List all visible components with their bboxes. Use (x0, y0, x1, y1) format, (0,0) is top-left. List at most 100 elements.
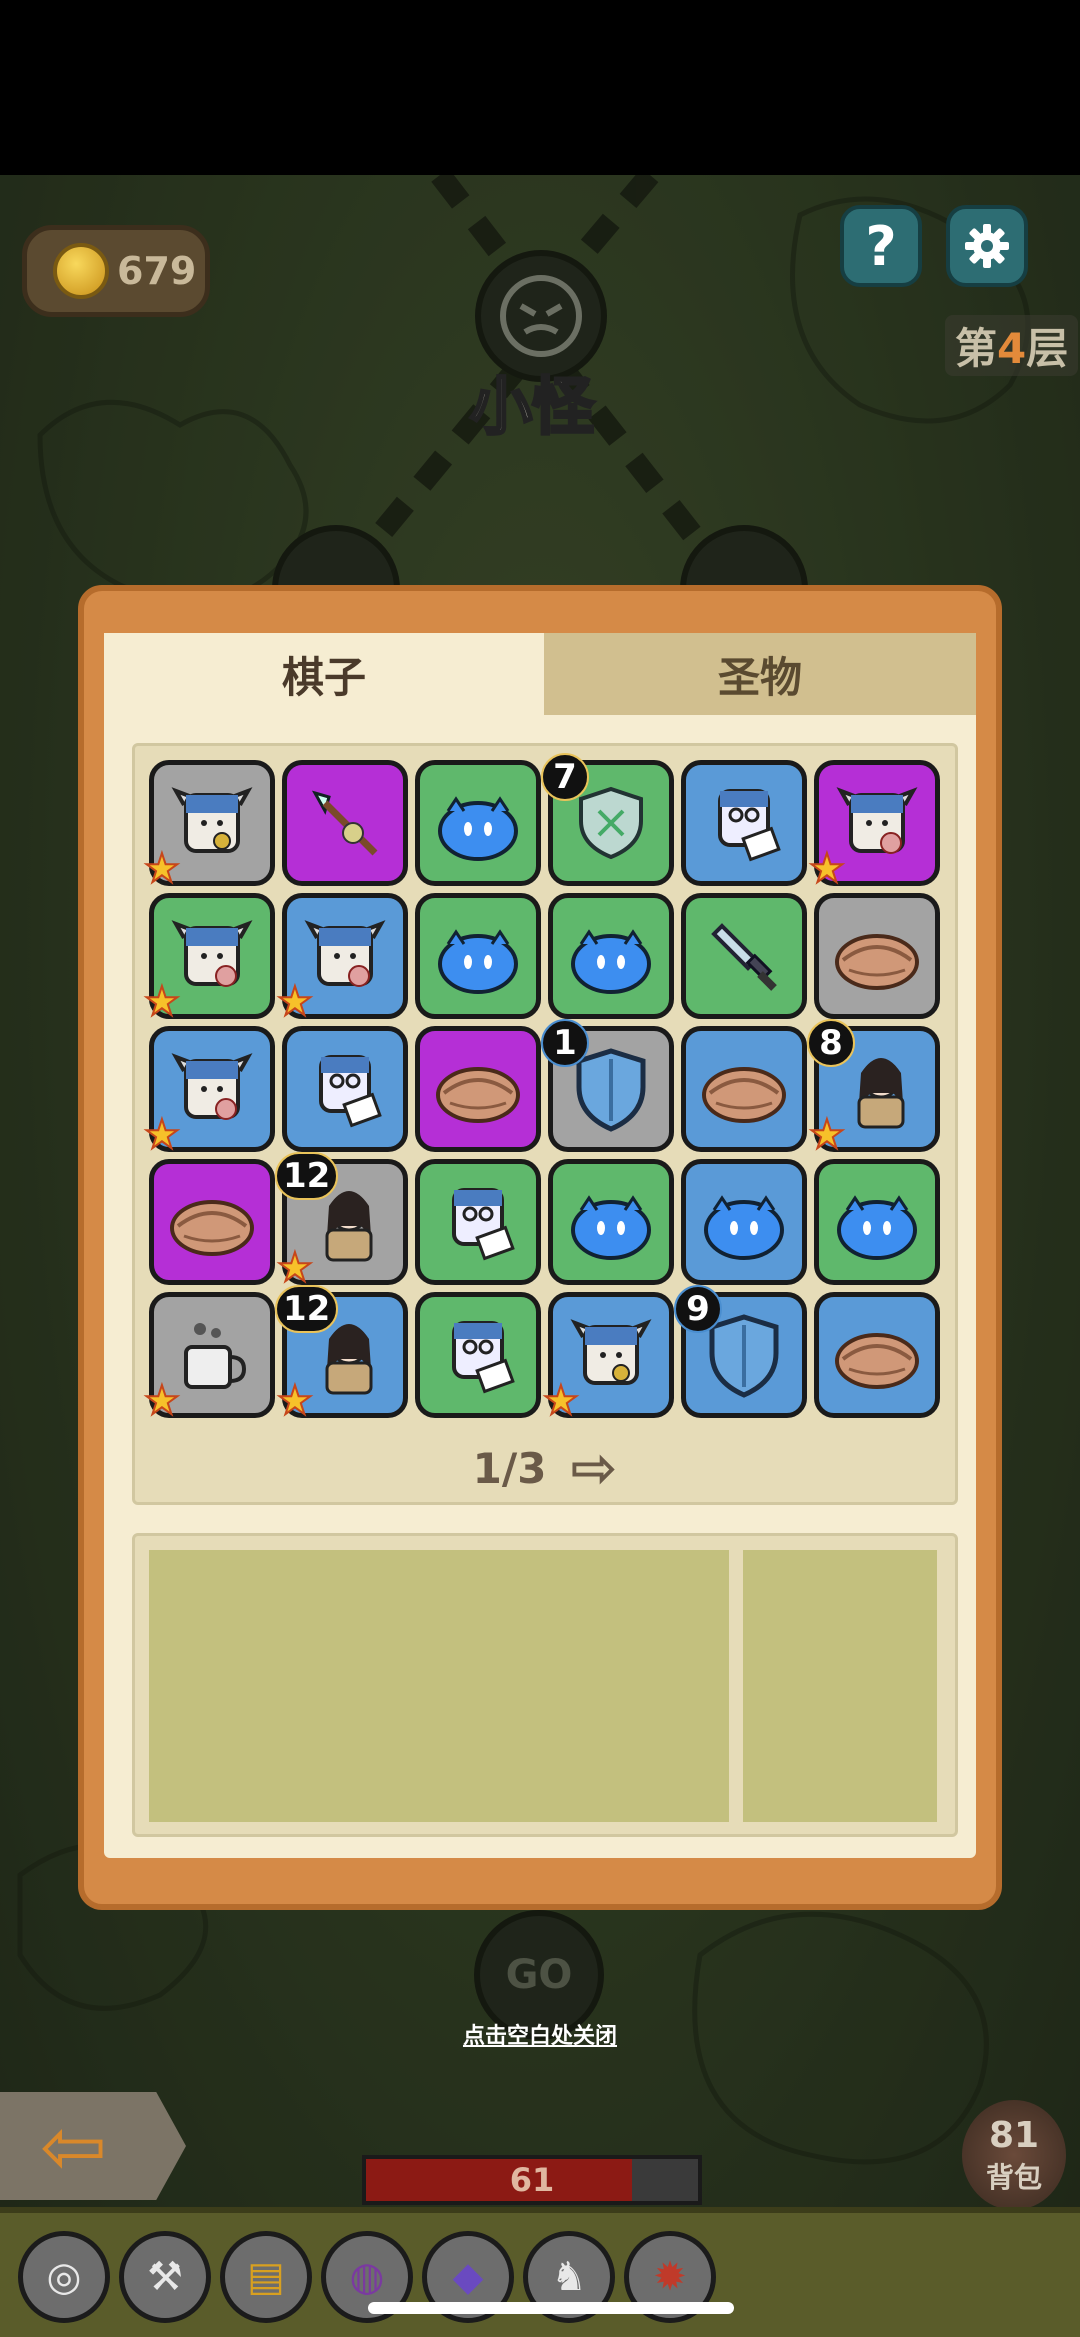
piece-cell[interactable]: ★ (542, 1292, 674, 1422)
settings-button[interactable] (946, 205, 1028, 287)
star-icon: ★ (276, 979, 314, 1025)
back-button[interactable]: ⇦ (0, 2092, 186, 2200)
piece-cell[interactable] (814, 1159, 940, 1285)
modal-content: 棋子 圣物 ★ 7 ★ ★ ★ ★ 1 ★ 8 ★ 12 ★ ★ 12 ★ 9 1/3 ⇨ (104, 633, 976, 1858)
piece-cell[interactable]: ★ (808, 760, 940, 890)
piece-cell[interactable] (681, 1026, 807, 1152)
home-indicator (368, 2302, 734, 2314)
star-icon: ★ (143, 1112, 181, 1158)
piece-cell[interactable] (681, 760, 807, 886)
pieces-grid: ★ 7 ★ ★ ★ ★ 1 ★ 8 ★ 12 ★ ★ 12 ★ 9 (143, 753, 940, 1422)
piece-cell[interactable] (415, 893, 541, 1019)
piece-cell[interactable] (282, 760, 408, 886)
piece-cell[interactable] (415, 1026, 541, 1152)
page-indicator: 1/3 (472, 1444, 547, 1493)
bag-count: 81 (988, 2114, 1040, 2156)
piece-cell[interactable]: ★ 12 (275, 1285, 408, 1422)
next-page-arrow-icon[interactable]: ⇨ (570, 1436, 617, 1501)
hp-bar: 61 (362, 2155, 702, 2205)
piece-cell[interactable] (548, 893, 674, 1019)
star-icon: ★ (276, 1378, 314, 1424)
hammer-icon: ⚒ (147, 2254, 183, 2300)
piece-level-badge: 1 (541, 1019, 589, 1067)
scholar-icon (426, 1303, 530, 1407)
detail-description-area (149, 1550, 729, 1822)
piece-cell[interactable] (415, 1159, 541, 1285)
book-icon: ▤ (247, 2254, 285, 2300)
piece-level-badge: 12 (275, 1285, 339, 1333)
piece-cell[interactable]: ★ (143, 1292, 275, 1422)
star-icon: ★ (143, 979, 181, 1025)
nest-icon (692, 1037, 796, 1141)
star-icon: ★ (276, 1245, 314, 1291)
piece-cell[interactable] (681, 893, 807, 1019)
piece-level-badge: 12 (275, 1152, 339, 1200)
piece-cell[interactable]: ★ 12 (275, 1152, 408, 1289)
piece-cell[interactable]: ★ (143, 893, 275, 1023)
question-icon: ? (865, 214, 897, 278)
blue-slime-icon (825, 1170, 929, 1274)
nest-icon (825, 1303, 929, 1407)
spear-icon (293, 771, 397, 875)
piece-cell[interactable] (814, 1292, 940, 1418)
tab-pieces[interactable]: 棋子 (104, 633, 544, 715)
backpack-button[interactable]: 81 背包 (962, 2100, 1066, 2210)
piece-cell[interactable]: 7 (541, 753, 674, 886)
coin-value: 679 (117, 249, 197, 293)
dragon-icon: ✹ (653, 2254, 687, 2300)
piece-cell[interactable]: 9 (674, 1285, 807, 1418)
star-icon: ★ (542, 1378, 580, 1424)
piece-cell[interactable]: ★ (143, 1026, 275, 1156)
tab-relics[interactable]: 圣物 (544, 633, 976, 715)
nest-icon (825, 904, 929, 1008)
piece-cell[interactable] (149, 1159, 275, 1285)
piece-cell[interactable] (282, 1026, 408, 1152)
star-icon: ★ (143, 1378, 181, 1424)
floor-number: 4 (997, 324, 1027, 373)
detail-side-area (743, 1550, 937, 1822)
blue-slime-icon (426, 904, 530, 1008)
detail-panel (132, 1533, 958, 1837)
piece-cell[interactable]: ★ (143, 760, 275, 890)
nest-icon (426, 1037, 530, 1141)
floor-suffix: 层 (1026, 324, 1069, 373)
nest-icon (160, 1170, 264, 1274)
crystal-card-icon: ◆ (452, 2254, 484, 2300)
blue-slime-icon (559, 1170, 663, 1274)
coin-icon (53, 243, 109, 299)
piece-cell[interactable] (548, 1159, 674, 1285)
hp-value: 61 (509, 2161, 555, 2199)
bag-label: 背包 (985, 2160, 1042, 2194)
pager: 1/3 ⇨ (135, 1436, 955, 1501)
tray-item[interactable]: ⚒ (119, 2231, 211, 2323)
star-icon: ★ (808, 846, 846, 892)
piece-cell[interactable] (415, 1292, 541, 1418)
help-button[interactable]: ? (840, 205, 922, 287)
blue-slime-icon (692, 1170, 796, 1274)
enemy-node-label: 小怪 (468, 369, 595, 445)
scholar-icon (293, 1037, 397, 1141)
piece-cell[interactable]: ★ 8 (807, 1019, 940, 1156)
gear-icon (965, 224, 1009, 268)
coin-counter: 679 (22, 225, 210, 317)
goat-icon: ♞ (551, 2254, 587, 2300)
tray-item[interactable]: ▤ (220, 2231, 312, 2323)
piece-cell[interactable] (415, 760, 541, 886)
collection-modal: 棋子 圣物 ★ 7 ★ ★ ★ ★ 1 ★ 8 ★ 12 ★ ★ 12 ★ 9 1/3 ⇨ (78, 585, 1002, 1910)
piece-cell[interactable] (814, 893, 940, 1019)
piece-level-badge: 8 (807, 1019, 855, 1067)
tray-item[interactable]: ◎ (18, 2231, 110, 2323)
ring-icon: ◍ (349, 2254, 385, 2300)
star-icon: ★ (143, 846, 181, 892)
piece-level-badge: 7 (541, 753, 589, 801)
game-screen: 679 ? 第4层 小怪 GO 点击空白处关闭 棋子 圣物 ★ 7 ★ ★ ★ … (0, 0, 1080, 2337)
piece-cell[interactable] (681, 1159, 807, 1285)
piece-cell[interactable]: ★ (276, 893, 408, 1023)
blue-slime-icon (559, 904, 663, 1008)
close-hint[interactable]: 点击空白处关闭 (440, 2018, 640, 2050)
arrow-left-icon: ⇦ (40, 2099, 108, 2193)
scholar-icon (692, 771, 796, 875)
sword-icon (692, 904, 796, 1008)
piece-cell[interactable]: 1 (541, 1019, 674, 1152)
star-icon: ★ (808, 1112, 846, 1158)
